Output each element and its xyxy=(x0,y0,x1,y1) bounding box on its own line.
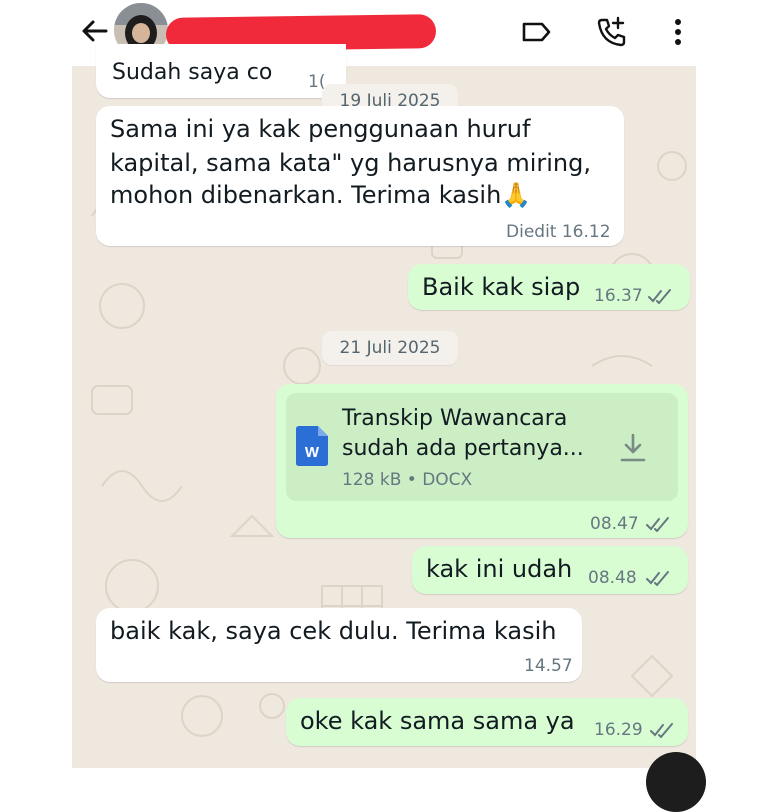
message-incoming[interactable]: Sama ini ya kak penggunaan huruf kapital… xyxy=(96,106,624,246)
document-title: sudah ada pertanya... xyxy=(342,436,584,461)
read-receipt-icon xyxy=(646,571,669,586)
read-receipt-icon xyxy=(648,289,671,304)
download-icon[interactable] xyxy=(618,432,648,464)
read-receipt-icon xyxy=(646,517,669,532)
date-separator: 21 Juli 2025 xyxy=(322,331,458,365)
message-line: mohon dibenarkan. Terima kasih🙏 xyxy=(110,181,532,209)
message-time: 08.47 xyxy=(590,514,639,534)
message-text: Baik kak siap xyxy=(422,273,581,301)
message-incoming[interactable]: baik kak, saya cek dulu. Terima kasih 14… xyxy=(96,608,582,682)
message-text: baik kak, saya cek dulu. Terima kasih xyxy=(110,617,557,645)
message-outgoing[interactable]: Baik kak siap 16.37 xyxy=(408,264,690,310)
message-time: 16.37 xyxy=(594,286,643,306)
read-receipt-icon xyxy=(650,723,673,738)
svg-text:W: W xyxy=(305,444,320,461)
message-text: Sudah saya co xyxy=(112,60,273,85)
add-call-icon[interactable] xyxy=(594,14,630,50)
message-time: 14.57 xyxy=(524,656,573,676)
message-incoming-partial[interactable]: Sudah saya co 1( xyxy=(96,44,346,98)
message-outgoing[interactable]: oke kak sama sama ya 16.29 xyxy=(286,698,688,746)
document-meta: 128 kB • DOCX xyxy=(342,470,473,490)
scroll-fab[interactable] xyxy=(646,752,706,812)
message-time: 16.29 xyxy=(594,720,643,740)
arrow-left-icon[interactable] xyxy=(78,14,112,48)
label-icon[interactable] xyxy=(518,14,554,50)
message-edited-time: Diedit 16.12 xyxy=(506,222,611,242)
document-title: Transkip Wawancara xyxy=(342,406,568,431)
message-line: kapital, sama kata" yg harusnya miring, xyxy=(110,149,591,177)
message-text: oke kak sama sama ya xyxy=(300,707,575,735)
word-document-icon: W xyxy=(296,426,328,466)
message-time: 08.48 xyxy=(588,568,637,588)
message-text: kak ini udah xyxy=(426,555,573,583)
message-outgoing[interactable]: kak ini udah 08.48 xyxy=(412,546,688,594)
message-line: Sama ini ya kak penggunaan huruf xyxy=(110,115,531,143)
more-vert-icon[interactable] xyxy=(660,14,696,50)
